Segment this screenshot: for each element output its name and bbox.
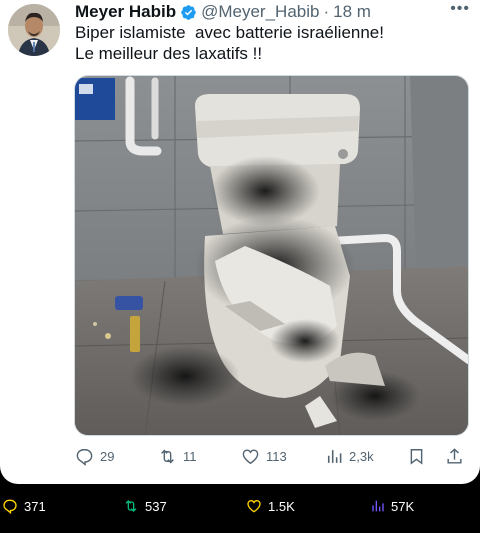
share-button[interactable]	[445, 447, 464, 466]
tweet-text-line-2: Le meilleur des laxatifs !!	[75, 44, 263, 63]
reply-icon	[76, 448, 93, 466]
bottom-reply-count: 371	[24, 498, 46, 514]
retweet-button[interactable]: 11	[158, 447, 197, 466]
retweet-icon	[125, 500, 137, 512]
views-bar-chart-icon	[372, 500, 384, 512]
views-button[interactable]: 2,3k	[324, 447, 374, 466]
handle[interactable]: @Meyer_Habib	[201, 2, 319, 22]
retweet-count: 11	[183, 448, 197, 464]
tweet-card[interactable]: Meyer Habib @Meyer_Habib · 18 m ••• Bipe…	[0, 0, 480, 484]
avatar-portrait	[8, 4, 60, 56]
reply-button[interactable]: 29	[75, 447, 114, 466]
bookmark-button[interactable]	[407, 447, 426, 466]
separator-dot: ·	[323, 2, 330, 21]
heart-icon	[247, 499, 261, 513]
views-count: 2,3k	[349, 448, 374, 464]
tweet-text: Biper islamiste avec batterie israélienn…	[75, 22, 470, 64]
tweet-text-line-1: Biper islamiste avec batterie israélienn…	[75, 23, 384, 42]
avatar[interactable]	[8, 4, 60, 56]
bottom-views-button[interactable]: 57K	[369, 498, 414, 514]
reply-count: 29	[100, 448, 115, 464]
bookmark-icon	[410, 448, 423, 465]
heart-icon	[242, 448, 259, 464]
more-horizontal-icon[interactable]: •••	[450, 0, 470, 18]
bottom-engagement-bar: 371 537 1.5K 57K	[0, 486, 480, 533]
burnt-toilet-photo	[75, 76, 468, 435]
views-bar-chart-icon	[327, 449, 342, 463]
tweet-media-image[interactable]	[74, 75, 469, 436]
display-name[interactable]: Meyer Habib	[75, 2, 176, 22]
bottom-like-count: 1.5K	[268, 498, 295, 514]
verified-badge-icon	[180, 4, 197, 21]
timestamp[interactable]: 18 m	[333, 2, 371, 22]
bottom-retweet-button[interactable]: 537	[123, 498, 167, 514]
tweet-actions: 29 11 113 2,3k	[75, 444, 470, 468]
like-count: 113	[266, 448, 287, 464]
share-icon	[447, 447, 462, 464]
bottom-retweet-count: 537	[145, 498, 167, 514]
bottom-reply-button[interactable]: 371	[2, 498, 46, 514]
tweet-header: Meyer Habib @Meyer_Habib · 18 m	[75, 2, 470, 22]
retweet-icon	[161, 449, 174, 463]
bottom-views-count: 57K	[391, 498, 415, 514]
bottom-like-button[interactable]: 1.5K	[246, 498, 295, 514]
reply-icon	[3, 499, 17, 514]
like-button[interactable]: 113	[241, 447, 287, 466]
